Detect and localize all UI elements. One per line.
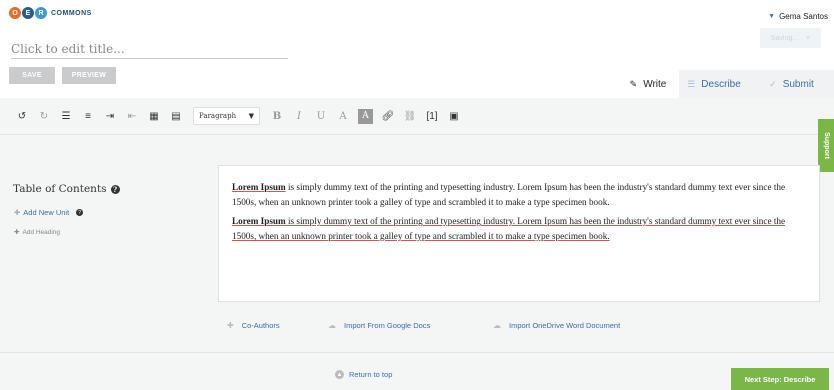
- tab-describe[interactable]: ☰ Describe: [679, 70, 749, 98]
- tab-label: Submit: [782, 78, 814, 90]
- calculator-icon[interactable]: ▣: [443, 106, 465, 126]
- paragraph-bold: Lorem Ipsum: [232, 216, 286, 226]
- user-name: Gema Santos: [779, 12, 828, 21]
- chevron-down-icon: ▼: [768, 13, 776, 20]
- plus-icon: ✚: [227, 321, 234, 330]
- import-google-docs-link[interactable]: ☁ Import From Google Docs: [328, 321, 430, 330]
- oer-commons-logo[interactable]: O E R COMMONS: [9, 7, 92, 19]
- underline-button[interactable]: U: [310, 106, 332, 126]
- add-unit-label: Add New Unit: [23, 208, 70, 217]
- add-new-unit-link[interactable]: ✚ Add New Unit ?: [14, 208, 84, 217]
- co-authors-label: Co-Authors: [241, 321, 280, 330]
- bold-button[interactable]: B: [266, 106, 288, 126]
- background-color-button[interactable]: A: [358, 108, 373, 124]
- list-icon: ☰: [687, 78, 696, 89]
- cloud-icon: ☁: [493, 321, 501, 330]
- return-top-label: Return to top: [349, 370, 393, 379]
- saving-indicator: Saving... ×: [760, 28, 821, 48]
- help-icon[interactable]: ?: [110, 184, 120, 194]
- import-onedrive-link[interactable]: ☁ Import OneDrive Word Document: [493, 321, 620, 330]
- co-authors-link[interactable]: ✚ Co-Authors: [227, 321, 280, 330]
- pencil-icon: ✎: [629, 78, 638, 89]
- next-step-button[interactable]: Next Step: Describe: [731, 368, 829, 390]
- arrow-up-icon: ▲: [335, 370, 344, 379]
- tab-write[interactable]: ✎ Write: [617, 70, 679, 98]
- paragraph-text: is simply dummy text of the printing and…: [232, 216, 786, 241]
- editor-toolbar: ↺ ↻ ☰ ≡ ⇥ ⇤ ▦ ▤ Paragraph ▼ B I U A A 🔗︎…: [0, 98, 834, 135]
- indent-icon[interactable]: ⇥: [99, 106, 121, 126]
- import-google-label: Import From Google Docs: [344, 321, 431, 330]
- content-paragraph: Lorem Ipsum is simply dummy text of the …: [232, 214, 806, 244]
- unlink-icon[interactable]: ⛓︎: [399, 106, 421, 126]
- content-editor[interactable]: Lorem Ipsum is simply dummy text of the …: [218, 165, 820, 302]
- tab-label: Write: [643, 78, 667, 90]
- numbered-list-icon[interactable]: ≡: [77, 106, 99, 126]
- caret-down-icon: ▼: [248, 112, 254, 120]
- toc-title: Table of Contents: [13, 183, 107, 195]
- add-heading-label: Add Heading: [22, 228, 61, 236]
- check-icon: ✓: [769, 78, 777, 89]
- tab-submit[interactable]: ✓ Submit: [749, 70, 834, 98]
- undo-icon[interactable]: ↺: [11, 106, 33, 126]
- logo-word: COMMONS: [51, 9, 92, 17]
- toc-heading: Table of Contents ?: [13, 183, 120, 195]
- content-paragraph: Lorem Ipsum is simply dummy text of the …: [232, 180, 806, 210]
- support-label: Support: [822, 132, 830, 159]
- tab-label: Describe: [701, 78, 741, 90]
- align-icon[interactable]: ▤: [165, 106, 187, 126]
- import-onedrive-label: Import OneDrive Word Document: [509, 321, 621, 330]
- save-button[interactable]: SAVE: [9, 67, 55, 84]
- paragraph-bold: Lorem Ipsum: [232, 182, 286, 192]
- link-icon[interactable]: 🔗︎: [377, 106, 399, 126]
- logo-letter-o: O: [9, 7, 21, 19]
- table-icon[interactable]: ▦: [143, 106, 165, 126]
- step-tabs: ✎ Write ☰ Describe ✓ Submit: [617, 70, 834, 98]
- paragraph-select-value: Paragraph: [199, 112, 237, 120]
- preview-button[interactable]: PREVIEW: [62, 67, 116, 84]
- footnote-button[interactable]: [1]: [421, 106, 443, 126]
- cloud-icon: ☁: [328, 321, 336, 330]
- add-heading-link[interactable]: ✚ Add Heading: [14, 228, 61, 237]
- logo-letter-r: R: [35, 7, 47, 19]
- plus-icon: ✚: [14, 208, 21, 217]
- return-to-top-link[interactable]: ▲ Return to top: [335, 370, 392, 379]
- redo-icon[interactable]: ↻: [33, 106, 55, 126]
- paragraph-text: is simply dummy text of the printing and…: [232, 182, 786, 207]
- close-icon[interactable]: ×: [806, 35, 810, 42]
- plus-icon: ✚: [14, 229, 20, 236]
- support-tab[interactable]: Support: [818, 119, 834, 172]
- outdent-icon[interactable]: ⇤: [121, 106, 143, 126]
- title-input[interactable]: [11, 39, 288, 59]
- footer-divider: [0, 352, 834, 353]
- bullet-list-icon[interactable]: ☰: [55, 106, 77, 126]
- saving-label: Saving...: [770, 34, 799, 42]
- logo-letter-e: E: [22, 7, 34, 19]
- paragraph-select[interactable]: Paragraph ▼: [193, 107, 260, 125]
- help-icon[interactable]: ?: [76, 209, 84, 216]
- text-color-button[interactable]: A: [332, 106, 354, 126]
- user-menu[interactable]: ▼ Gema Santos: [768, 12, 828, 21]
- italic-button[interactable]: I: [288, 106, 310, 126]
